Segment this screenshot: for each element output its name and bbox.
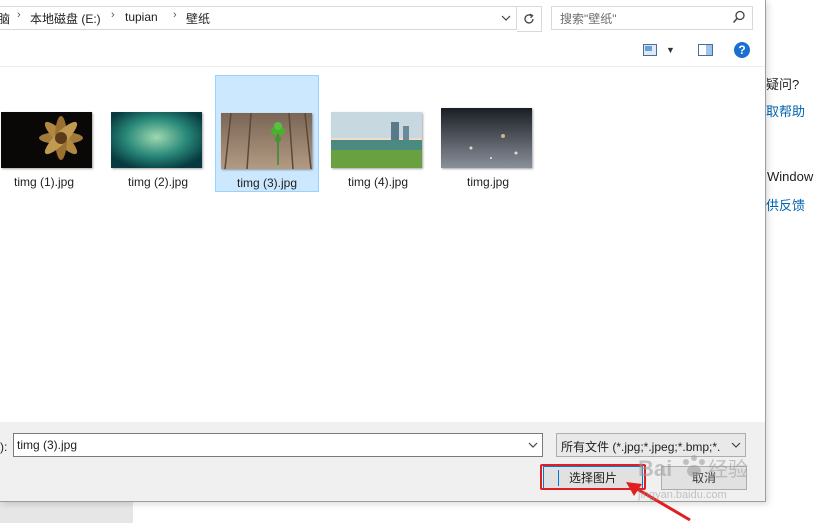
file-item-selected[interactable]: timg (3).jpg: [215, 75, 319, 192]
breadcrumb-tupian[interactable]: tupian: [125, 10, 158, 24]
search-icon[interactable]: [732, 10, 746, 24]
toolbar: ▼ ?: [0, 36, 765, 67]
help-icon[interactable]: ?: [734, 42, 750, 58]
breadcrumb-partial[interactable]: 脑: [0, 10, 10, 27]
thumbnail-clover: [221, 113, 312, 169]
chevron-down-icon[interactable]: [528, 438, 538, 452]
file-item[interactable]: timg (2).jpg: [106, 75, 210, 192]
thumbnail-gradient: [111, 112, 202, 168]
breadcrumb-wallpaper[interactable]: 壁纸: [186, 10, 210, 27]
file-name: timg (2).jpg: [127, 175, 189, 189]
baidu-watermark: Bai 经验 jingyan.baidu.com: [636, 452, 786, 507]
filename-value[interactable]: timg (3).jpg: [17, 438, 77, 452]
thumbnail-field: [331, 112, 422, 168]
breadcrumb-separator[interactable]: ›: [17, 9, 21, 21]
file-name: timg (1).jpg: [13, 175, 75, 189]
thumbnail-flower: [1, 112, 92, 168]
breadcrumb-separator[interactable]: ›: [111, 9, 115, 21]
thumbnail-rain: [441, 108, 532, 168]
refresh-icon: [524, 13, 534, 24]
file-item[interactable]: timg (1).jpg: [0, 75, 96, 192]
view-mode-icon[interactable]: [643, 44, 657, 56]
svg-text:经验: 经验: [708, 457, 748, 481]
help-heading: 疑问?: [766, 77, 800, 92]
search-box[interactable]: 搜索"壁纸": [551, 6, 753, 30]
address-history-dropdown[interactable]: [496, 7, 516, 29]
file-item[interactable]: timg (4).jpg: [326, 75, 430, 192]
search-input[interactable]: 搜索"壁纸": [560, 10, 617, 27]
background-strip: [0, 500, 133, 523]
windows-heading: Window: [767, 169, 814, 184]
preview-pane-icon[interactable]: [698, 44, 713, 56]
view-dropdown-icon[interactable]: ▼: [666, 45, 675, 55]
baidu-paw-logo: Bai 经验 jingyan.baidu.com: [637, 455, 748, 501]
get-help-link[interactable]: 取帮助: [766, 101, 805, 120]
file-name: timg (4).jpg: [347, 175, 409, 189]
svg-text:Bai: Bai: [638, 456, 672, 481]
filename-field[interactable]: timg (3).jpg: [13, 433, 543, 457]
file-name: timg (3).jpg: [236, 176, 298, 190]
chevron-down-icon: [728, 438, 742, 452]
file-list: timg (1).jpg timg (2).jpg timg (3).jpg t…: [0, 67, 765, 422]
address-bar[interactable]: 脑 › 本地磁盘 (E:) › tupian › 壁纸: [0, 6, 517, 30]
file-name: timg.jpg: [466, 175, 510, 189]
feedback-link[interactable]: 供反馈: [766, 195, 805, 214]
filename-label: ):: [0, 440, 8, 454]
file-item[interactable]: timg.jpg: [436, 75, 540, 192]
chevron-down-icon: [501, 15, 511, 21]
breadcrumb-separator[interactable]: ›: [173, 9, 177, 21]
file-open-dialog: 脑 › 本地磁盘 (E:) › tupian › 壁纸 搜索"壁纸" ▼ ? t…: [0, 0, 766, 502]
svg-text:jingyan.baidu.com: jingyan.baidu.com: [637, 489, 727, 501]
breadcrumb-drive[interactable]: 本地磁盘 (E:): [30, 10, 101, 27]
refresh-button[interactable]: [517, 6, 542, 32]
